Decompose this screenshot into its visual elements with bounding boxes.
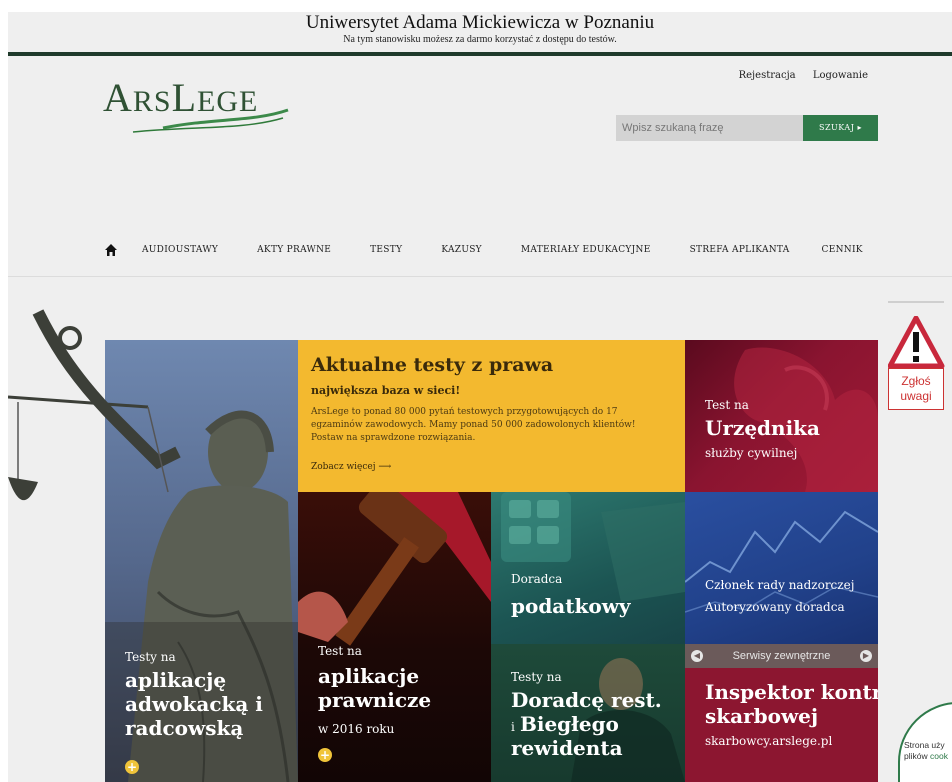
nav-item-testy[interactable]: TESTY (370, 245, 402, 255)
nav-item-akty-prawne[interactable]: AKTY PRAWNE (257, 245, 331, 255)
tile-inspektor[interactable]: Inspektor kontroli skarbowej skarbowcy.a… (685, 668, 878, 782)
podatkowy-title: podatkowy (511, 594, 631, 618)
university-banner: Uniwersytet Adama Mickiewicza w Poznaniu… (8, 12, 952, 52)
bieglego-small: Testy na (511, 670, 562, 684)
prawnicze-plus-icon[interactable]: + (318, 748, 332, 762)
account-links: Rejestracja Logowanie (725, 70, 868, 81)
banner-divider (8, 52, 952, 56)
podatkowy-small: Doradca (511, 572, 563, 586)
report-line-1: Zgłoś (901, 374, 931, 388)
nav-item-materialy[interactable]: MATERIAŁY EDUKACYJNE (521, 245, 651, 255)
prev-arrow-icon[interactable]: ◀ (691, 650, 703, 662)
logo-swoosh-icon (132, 108, 289, 133)
nav-divider (8, 276, 952, 277)
login-link[interactable]: Logowanie (813, 70, 868, 81)
gavel-image (298, 492, 491, 646)
warning-icon[interactable] (888, 316, 952, 370)
nadzorcza-line-1: Członek rady nadzorczej (705, 578, 855, 592)
adwokacka-title-3: radcowską (125, 716, 244, 740)
tile-aktualne-testy[interactable]: Aktualne testy z prawa największa baza w… (298, 340, 685, 492)
home-icon[interactable] (104, 243, 118, 257)
nav-item-strefa-aplikanta[interactable]: STREFA APLIKANTA (690, 245, 790, 255)
inspektor-title-1: Inspektor kontroli (705, 680, 878, 704)
cookie-text: Strona uży plików cook (904, 740, 948, 761)
search-input[interactable]: Wpisz szukaną frazę (616, 115, 803, 141)
yellow-body: ArsLege to ponad 80 000 pytań testowych … (311, 407, 636, 443)
university-title: Uniwersytet Adama Mickiewicza w Poznaniu (305, 12, 655, 33)
urzednik-small: Test na (705, 398, 749, 412)
adwokacka-small: Testy na (125, 650, 176, 664)
yellow-subtitle: największa baza w sieci! (311, 384, 461, 397)
bieglego-title-1: Doradcę rest. (511, 688, 662, 712)
nav-item-audioustawy[interactable]: AUDIOUSTAWY (142, 245, 218, 255)
stock-chart-image (685, 510, 878, 613)
inspektor-title-2: skarbowej (705, 704, 819, 728)
adwokacka-plus-icon[interactable]: + (125, 760, 139, 774)
register-link[interactable]: Rejestracja (739, 70, 796, 81)
tile-bieglego[interactable]: Testy na Doradcę rest. i Biegłego rewide… (491, 644, 685, 782)
tile-prawnicze[interactable]: Test na aplikacje prawnicze w 2016 roku … (298, 492, 491, 782)
bieglego-title-2: i Biegłego (511, 712, 619, 736)
cookie-link[interactable]: cook (930, 751, 948, 761)
tile-adwokacka[interactable]: Testy na aplikację adwokacką i radcowską… (8, 292, 298, 782)
prawnicze-small: Test na (318, 644, 362, 658)
urzednik-sub: służby cywilnej (705, 446, 798, 460)
arslege-logo[interactable]: ARSLEGE (103, 74, 293, 134)
inspektor-url[interactable]: skarbowcy.arslege.pl (705, 734, 832, 748)
external-services-label: Serwisy zewnętrzne (732, 650, 831, 662)
adwokacka-title-1: aplikację (125, 668, 227, 692)
adwokacka-title-2: adwokacką i (125, 692, 263, 716)
yellow-title: Aktualne testy z prawa (311, 354, 554, 376)
cookie-line-1: Strona uży (904, 740, 945, 750)
page: Uniwersytet Adama Mickiewicza w Poznaniu… (8, 12, 952, 782)
report-feedback-button[interactable]: Zgłoś uwagi (888, 368, 944, 410)
search-button[interactable]: SZUKAJ ▸ (803, 115, 878, 141)
next-arrow-icon[interactable]: ▶ (860, 650, 872, 662)
urzednik-title: Urzędnika (705, 416, 820, 440)
tile-urzednik[interactable]: Test na Urzędnika służby cywilnej (685, 340, 878, 492)
external-services-bar: ◀ Serwisy zewnętrzne ▶ (685, 644, 878, 668)
nav-item-kazusy[interactable]: KAZUSY (441, 245, 482, 255)
prawnicze-sub: w 2016 roku (318, 722, 395, 736)
prawnicze-title-2: prawnicze (318, 688, 432, 712)
prawnicze-title-1: aplikacje (318, 664, 420, 688)
nadzorcza-line-2: Autoryzowany doradca (705, 600, 845, 614)
tile-rada-nadzorcza[interactable]: Członek rady nadzorczej Autoryzowany dor… (685, 492, 878, 644)
report-divider (888, 301, 944, 303)
calculator-image (501, 492, 685, 602)
bieglego-title-3: rewidenta (511, 736, 623, 760)
report-line-2: uwagi (900, 389, 932, 403)
nav-item-cennik[interactable]: CENNIK (822, 245, 863, 255)
main-nav: AUDIOUSTAWY AKTY PRAWNE TESTY KAZUSY MAT… (104, 240, 863, 260)
tile-podatkowy[interactable]: Doradca podatkowy (491, 492, 685, 644)
see-more-link[interactable]: Zobacz więcej ⟶ (311, 462, 391, 472)
university-subtitle: Na tym stanowisku możesz za darmo korzys… (343, 34, 617, 45)
